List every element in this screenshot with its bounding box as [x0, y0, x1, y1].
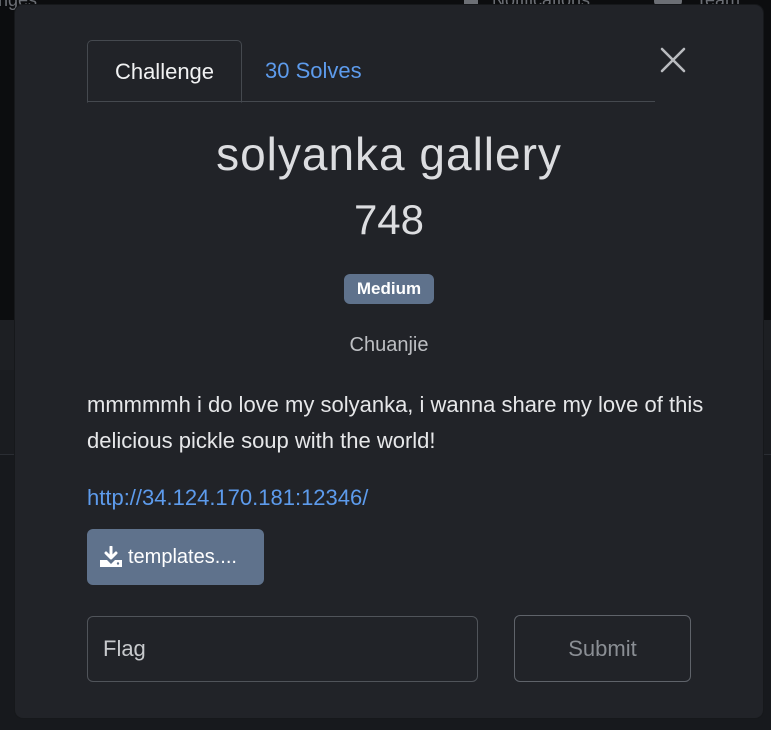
difficulty-badge: Medium: [344, 274, 434, 304]
tab-solves[interactable]: 30 Solves: [265, 40, 362, 102]
modal-tabs: Challenge 30 Solves: [87, 40, 655, 103]
submit-button[interactable]: Submit: [514, 615, 691, 682]
challenge-author: Chuanjie: [349, 334, 429, 356]
download-file-label: templates....: [128, 545, 237, 568]
download-icon: [100, 546, 122, 567]
close-icon: [660, 47, 686, 73]
tab-challenge[interactable]: Challenge: [87, 40, 242, 103]
flag-input[interactable]: [87, 616, 478, 682]
challenge-points: 748: [353, 196, 425, 243]
challenge-description: mmmmmh i do love my solyanka, i wanna sh…: [87, 392, 704, 453]
download-file-button[interactable]: templates....: [87, 529, 264, 585]
challenge-url-link[interactable]: http://34.124.170.181:12346/: [87, 485, 368, 511]
close-button[interactable]: [658, 45, 688, 75]
challenge-modal: Challenge 30 Solves solyanka gallery 748…: [15, 5, 763, 718]
challenge-title: solyanka gallery: [216, 128, 562, 180]
